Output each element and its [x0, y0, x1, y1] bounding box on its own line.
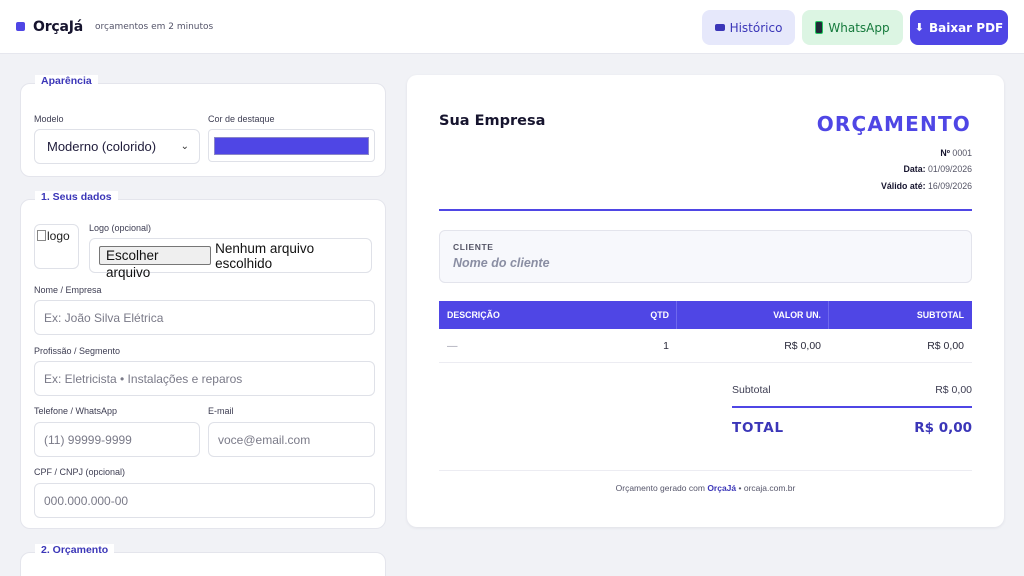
quote-section-title: 2. Orçamento [35, 544, 115, 556]
download-pdf-button[interactable]: ⬇ Baixar PDF [910, 10, 1008, 45]
subtotal-value: R$ 0,00 [935, 384, 972, 396]
quote-card: 2. Orçamento [20, 544, 386, 576]
broken-image-icon [37, 230, 46, 241]
row-qty: 1 [663, 340, 669, 352]
subtotal-label: Subtotal [732, 384, 771, 396]
valid-value: 16/09/2026 [927, 181, 972, 191]
email-label: E-mail [208, 406, 234, 416]
column-header-description: DESCRIÇÃO [447, 310, 500, 320]
name-input[interactable]: Ex: João Silva Elétrica [34, 300, 375, 335]
appearance-card: Aparência Modelo Moderno (colorido) ⌄ Co… [20, 75, 386, 177]
profession-label: Profissão / Segmento [34, 346, 121, 356]
your-data-title: 1. Seus dados [35, 191, 118, 203]
preview-number: Nº 0001 [940, 148, 972, 158]
column-divider [828, 301, 829, 329]
top-bar: OrçaJá orçamentos em 2 minutos Histórico… [0, 0, 1024, 54]
name-placeholder: Ex: João Silva Elétrica [44, 310, 164, 325]
logo-file-input[interactable]: Escolher arquivo Nenhum arquivo escolhid… [89, 238, 372, 280]
highlight-color-label: Cor de destaque [208, 114, 275, 124]
phone-placeholder: (11) 99999-9999 [44, 432, 132, 447]
appearance-title: Aparência [35, 75, 98, 87]
choose-file-button[interactable]: Escolher arquivo [99, 246, 212, 280]
profession-placeholder: Ex: Eletricista • Instalações e reparos [44, 371, 243, 386]
client-label: CLIENTE [453, 242, 494, 252]
brand-logo-icon [16, 22, 25, 31]
footer-brand: OrçaJá [707, 483, 737, 493]
preview-company-name: Sua Empresa [439, 113, 546, 129]
footer-prefix: Orçamento gerado com [615, 483, 705, 493]
email-input[interactable]: voce@email.com [208, 422, 375, 457]
row-divider [439, 362, 972, 363]
preview-footer: Orçamento gerado com OrçaJá • orcaja.com… [439, 483, 972, 493]
highlight-color-picker[interactable] [208, 129, 375, 162]
model-select[interactable]: Moderno (colorido) ⌄ [34, 129, 200, 164]
quote-preview: Sua Empresa ORÇAMENTO Nº 0001 Data: 01/0… [407, 75, 1004, 527]
valid-label: Válido até: [881, 181, 926, 191]
chevron-down-icon: ⌄ [180, 141, 189, 152]
file-status-text: Nenhum arquivo escolhido [215, 240, 315, 271]
client-box: CLIENTE Nome do cliente [439, 230, 972, 283]
total-divider [732, 406, 972, 408]
preview-doc-title: ORÇAMENTO [816, 112, 971, 136]
folder-icon [714, 24, 725, 31]
color-swatch [214, 137, 369, 155]
column-header-qty: QTD [650, 310, 669, 320]
header-divider [439, 209, 972, 211]
download-pdf-button-label: Baixar PDF [928, 20, 1004, 35]
total-value: R$ 0,00 [914, 420, 972, 436]
column-header-unit-price: VALOR UN. [773, 310, 821, 320]
client-name: Nome do cliente [453, 256, 550, 270]
model-select-value: Moderno (colorido) [47, 139, 157, 154]
logo-preview: logo [34, 224, 79, 269]
column-divider [676, 301, 677, 329]
logo-alt-text: logo [47, 229, 70, 243]
total-label: TOTAL [732, 420, 784, 436]
footer-suffix: • orcaja.com.br [738, 483, 796, 493]
document-input[interactable]: 000.000.000-00 [34, 483, 375, 518]
number-value: 0001 [952, 148, 972, 158]
history-button-label: Histórico [729, 20, 783, 35]
column-header-subtotal: SUBTOTAL [916, 310, 964, 320]
items-table-header: DESCRIÇÃO QTD VALOR UN. SUBTOTAL [439, 301, 972, 329]
document-label: CPF / CNPJ (opcional) [34, 467, 126, 477]
preview-valid-until: Válido até: 16/09/2026 [881, 181, 972, 191]
row-subtotal: R$ 0,00 [927, 340, 964, 352]
number-label: Nº [940, 148, 950, 158]
name-label: Nome / Empresa [34, 285, 102, 295]
profession-input[interactable]: Ex: Eletricista • Instalações e reparos [34, 361, 375, 396]
download-arrow-icon: ⬇ [914, 21, 924, 34]
preview-date: Data: 01/09/2026 [904, 164, 972, 174]
brand-name: OrçaJá [33, 19, 84, 35]
date-value: 01/09/2026 [927, 164, 972, 174]
phone-input[interactable]: (11) 99999-9999 [34, 422, 200, 457]
brand-tagline: orçamentos em 2 minutos [95, 22, 214, 32]
whatsapp-button[interactable]: WhatsApp [802, 10, 903, 45]
model-label: Modelo [34, 114, 64, 124]
logo-label: Logo (opcional) [89, 223, 152, 233]
date-label: Data: [903, 164, 926, 174]
document-placeholder: 000.000.000-00 [44, 493, 129, 508]
whatsapp-button-label: WhatsApp [828, 20, 890, 35]
row-unit-price: R$ 0,00 [784, 340, 821, 352]
history-button[interactable]: Histórico [702, 10, 795, 45]
email-placeholder: voce@email.com [218, 432, 311, 447]
row-description: — [447, 340, 458, 352]
phone-label: Telefone / WhatsApp [34, 406, 118, 416]
your-data-card: 1. Seus dados logo Logo (opcional) Escol… [20, 191, 386, 529]
footer-divider [439, 470, 972, 471]
phone-icon [815, 21, 824, 34]
